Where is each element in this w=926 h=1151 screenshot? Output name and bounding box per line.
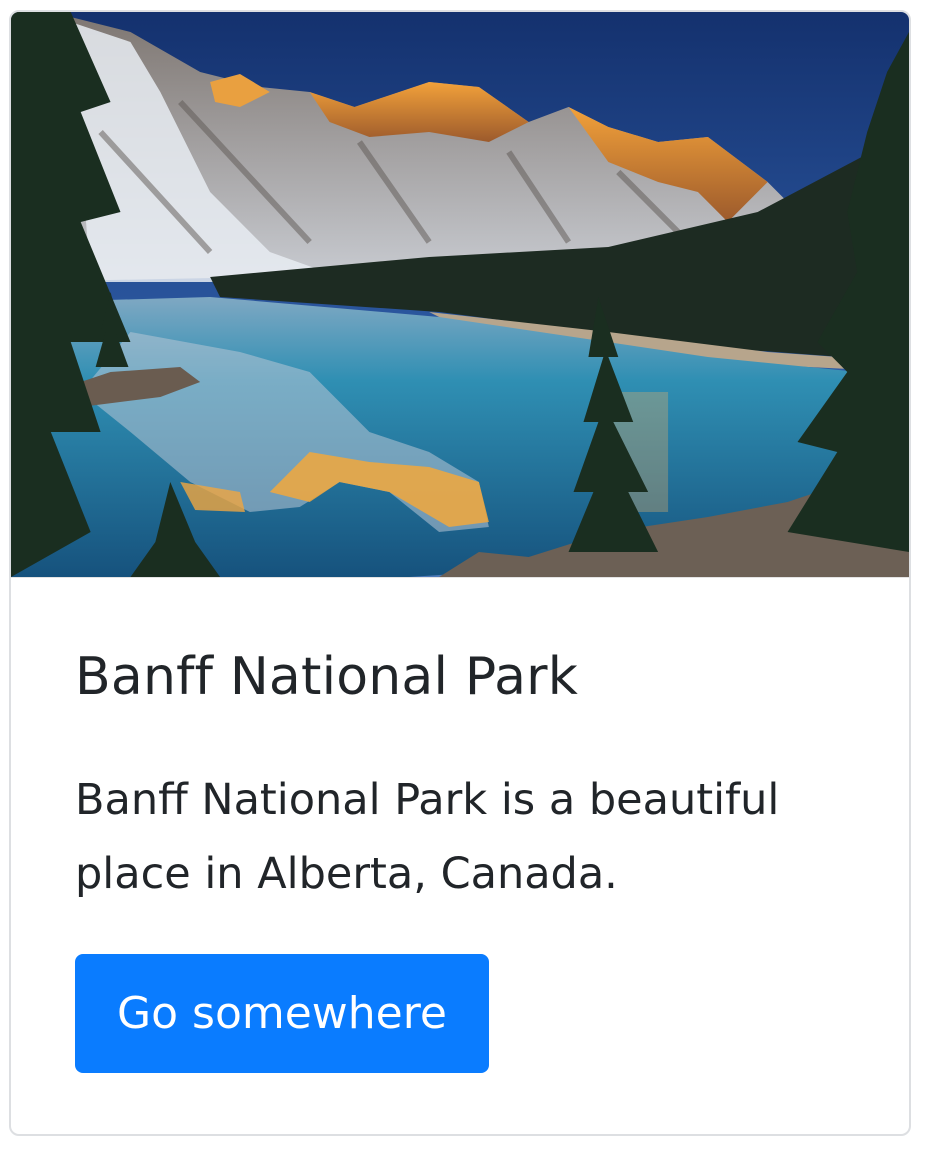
card-title: Banff National Park: [75, 647, 579, 707]
card-description: Banff National Park is a beautiful place…: [75, 775, 780, 899]
park-photo: [11, 12, 909, 578]
park-card: Banff National Park Banff National Park …: [9, 10, 911, 1136]
go-somewhere-button[interactable]: Go somewhere: [75, 954, 489, 1073]
